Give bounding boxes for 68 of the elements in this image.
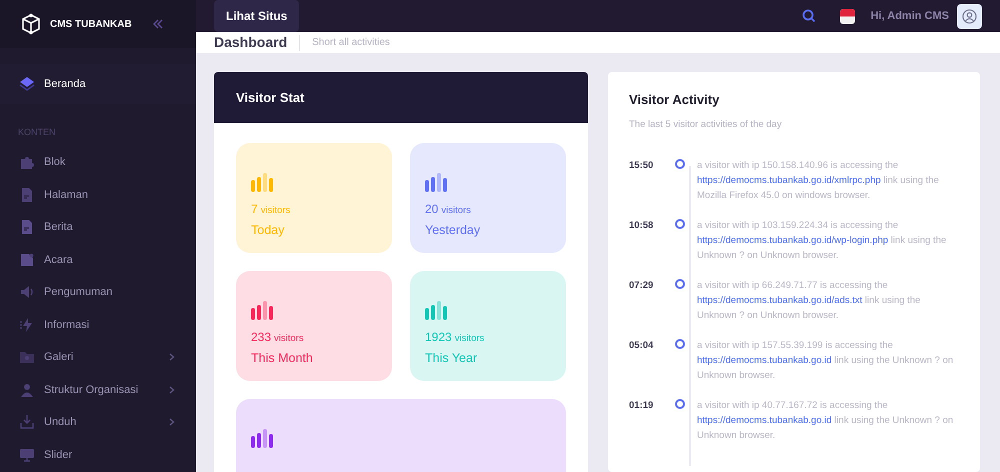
visitor-count: 20 xyxy=(425,201,438,218)
activity-description: a visitor with ip 157.55.39.199 is accessing the https://democms.tubankab.go.id link using the Unknown ? on Unknown browser. xyxy=(697,338,954,383)
lightning-icon xyxy=(19,316,35,333)
period-label: This Year xyxy=(425,350,478,368)
file-icon xyxy=(19,252,35,268)
activity-description: a visitor with ip 103.159.224.34 is accessing the https://democms.tubankab.go.id/wp-login.php link using the Unknown ? on Unknown browser. xyxy=(697,218,948,263)
monitor-icon xyxy=(19,446,35,463)
activity-description: a visitor with ip 150.158.140.96 is accessing the https://democms.tubankab.go.id/xmlrpc.php link using the Mozilla Firefox 45.0 on windows browser. xyxy=(697,158,940,203)
sidebar-item[interactable]: Galeri xyxy=(0,341,196,374)
folder-icon xyxy=(19,349,35,366)
sidebar-item[interactable]: Halaman xyxy=(0,178,196,211)
period-label: Today xyxy=(251,222,286,240)
activity-description: a visitor with ip 66.249.71.77 is accessing the https://democms.tubankab.go.id/ads.txt link using the Unknown ? on Unknown browser. xyxy=(697,278,922,323)
person-icon xyxy=(19,382,35,398)
user-icon xyxy=(962,8,977,24)
panel-title: Visitor Activity xyxy=(629,91,720,109)
activity-link[interactable]: https://democms.tubankab.go.id/ads.txt xyxy=(697,294,862,306)
user-greeting: Hi, Admin CMS xyxy=(870,8,949,24)
sidebar-item[interactable]: Blok xyxy=(0,146,196,178)
bar-chart-icon xyxy=(251,301,274,320)
puzzle-icon xyxy=(19,154,35,170)
page-subtitle: Short all activities xyxy=(312,36,390,50)
cube-logo-icon xyxy=(20,13,42,35)
view-site-button[interactable]: Lihat Situs xyxy=(214,0,300,32)
section-heading: KONTEN xyxy=(17,126,57,139)
sidebar-item[interactable]: Pengumuman xyxy=(0,276,196,308)
sidebar-item[interactable]: Acara xyxy=(0,244,196,276)
sidebar-item[interactable]: Informasi xyxy=(0,308,196,341)
bar-chart-icon xyxy=(251,173,274,192)
activity-time: 05:04 xyxy=(629,338,654,353)
activity-description: a visitor with ip 40.77.167.72 is accessing the https://democms.tubankab.go.id link using the Unknown ? on Unknown browser. xyxy=(697,398,954,443)
document-icon xyxy=(19,219,35,236)
period-label: Yesterday xyxy=(425,222,482,240)
sidebar-item[interactable]: Beranda xyxy=(0,64,196,104)
panel-title: Visitor Stat xyxy=(236,88,304,107)
activity-time: 01:19 xyxy=(629,398,654,413)
document-icon xyxy=(19,186,35,203)
visitor-unit: visitors xyxy=(454,332,484,346)
visitor-unit: visitors xyxy=(441,204,471,218)
page-title: Dashboard xyxy=(214,33,288,52)
visitor-count: 7 xyxy=(251,201,258,218)
activity-time: 15:50 xyxy=(629,158,654,173)
visitor-count: 1923 xyxy=(425,329,452,346)
activity-link[interactable]: https://democms.tubankab.go.id/xmlrpc.php xyxy=(697,174,881,186)
bar-chart-icon xyxy=(425,301,448,320)
sidebar-item[interactable]: Slider xyxy=(0,438,196,471)
bar-chart-icon xyxy=(425,173,448,192)
sidebar-item[interactable]: Unduh xyxy=(0,406,196,438)
visitor-unit: visitors xyxy=(260,204,290,218)
activity-time: 07:29 xyxy=(629,278,654,293)
sidebar-item[interactable]: Struktur Organisasi xyxy=(0,374,196,406)
activity-link[interactable]: https://democms.tubankab.go.id xyxy=(697,354,832,366)
activity-time: 10:58 xyxy=(629,218,654,233)
activity-link[interactable]: https://democms.tubankab.go.id xyxy=(697,414,832,426)
panel-subtitle: The last 5 visitor activities of the day xyxy=(629,118,783,132)
visitor-count: 233 xyxy=(251,329,272,346)
bar-chart-icon xyxy=(251,429,274,448)
sidebar-item[interactable]: Berita xyxy=(0,211,196,244)
flag-icon[interactable] xyxy=(840,8,855,24)
layers-icon xyxy=(19,76,35,92)
download-icon xyxy=(19,414,35,430)
brand-name: CMS TUBANKAB xyxy=(50,18,132,32)
visitor-unit: visitors xyxy=(274,332,304,346)
search-icon[interactable] xyxy=(802,9,816,23)
speaker-icon xyxy=(19,284,35,300)
avatar-button[interactable] xyxy=(957,4,982,28)
activity-link[interactable]: https://democms.tubankab.go.id/wp-login.php xyxy=(697,234,888,246)
period-label: This Month xyxy=(251,350,314,368)
